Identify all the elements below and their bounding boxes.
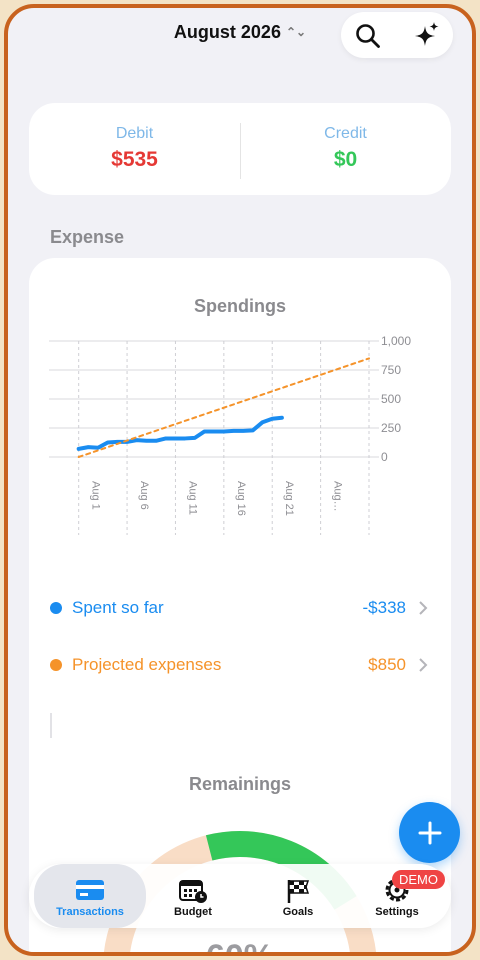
credit-summary[interactable]: Credit $0 <box>240 103 451 172</box>
chevron-right-icon <box>419 658 428 672</box>
legend-spent-so-far[interactable]: Spent so far -$338 <box>50 595 430 621</box>
y-tick-label: 1,000 <box>381 334 411 348</box>
x-tick-label: Aug 21 <box>283 481 295 516</box>
month-label: August 2026 <box>173 22 281 42</box>
y-tick-label: 750 <box>381 363 401 377</box>
debit-label: Debit <box>115 125 154 142</box>
checkered-flag-icon <box>287 880 310 903</box>
tab-label: Goals <box>282 906 314 918</box>
spent-dot-icon <box>50 602 62 614</box>
search-icon[interactable] <box>355 23 381 49</box>
top-actions <box>341 12 453 58</box>
spent-label: Spent so far <box>72 598 164 617</box>
projected-dot-icon <box>50 659 62 671</box>
debit-credit-card: Debit $535 Credit $0 <box>29 103 451 195</box>
tab-label: Transactions <box>56 906 124 918</box>
credit-value: $0 <box>333 148 358 171</box>
expense-section-title: Expense <box>50 227 125 247</box>
chart-title: Spendings <box>193 296 286 316</box>
chevron-right-icon <box>419 601 428 615</box>
plus-icon <box>418 821 442 845</box>
x-tick-label: Aug 1 <box>90 481 102 510</box>
y-tick-label: 0 <box>381 450 388 464</box>
projected-value: $850 <box>368 655 406 674</box>
sparkles-icon[interactable] <box>413 21 441 49</box>
projected-label: Projected expenses <box>72 655 222 674</box>
separator <box>50 713 52 738</box>
remainings-title: Remainings <box>188 774 292 794</box>
spent-value: -$338 <box>362 598 406 617</box>
tab-transactions[interactable]: Transactions <box>34 864 146 928</box>
y-tick-label: 250 <box>381 421 401 435</box>
x-tick-label: Aug 6 <box>138 481 150 510</box>
credit-card-icon <box>76 880 104 900</box>
remainings-percent: 60% <box>206 938 274 956</box>
demo-badge: DEMO <box>392 870 445 889</box>
debit-summary[interactable]: Debit $535 <box>29 103 240 172</box>
calendar-clock-icon <box>179 880 207 903</box>
x-tick-label: Aug 16 <box>235 481 247 516</box>
add-transaction-button[interactable] <box>399 802 460 863</box>
x-tick-label: Aug 11 <box>186 481 198 515</box>
spendings-chart: 1,000 750 500 250 0 Aug 1 Aug 6 Aug 11 Aug 16 Aug… <box>49 334 411 535</box>
y-tick-label: 500 <box>381 392 401 406</box>
expense-card: Spendings 1,000 750 500 250 0 Aug 1 Aug 6 Aug 1… <box>29 258 451 956</box>
legend-projected-expenses[interactable]: Projected expenses $850 <box>50 652 430 678</box>
tab-label: Settings <box>375 906 419 918</box>
tab-budget[interactable]: Budget <box>138 864 248 928</box>
tab-label: Budget <box>174 906 212 918</box>
x-tick-label: Aug… <box>332 481 344 512</box>
chevron-up-down-icon: ⌃⌄ <box>285 25 307 39</box>
app-window: August 2026 ⌃⌄ Debit $535 Credit $0 Expen… <box>4 4 476 956</box>
tab-bar: Transactions Budget Goals Settings DEMO <box>29 864 451 928</box>
debit-value: $535 <box>111 148 158 171</box>
credit-label: Credit <box>324 125 367 142</box>
tab-goals[interactable]: Goals <box>243 864 353 928</box>
